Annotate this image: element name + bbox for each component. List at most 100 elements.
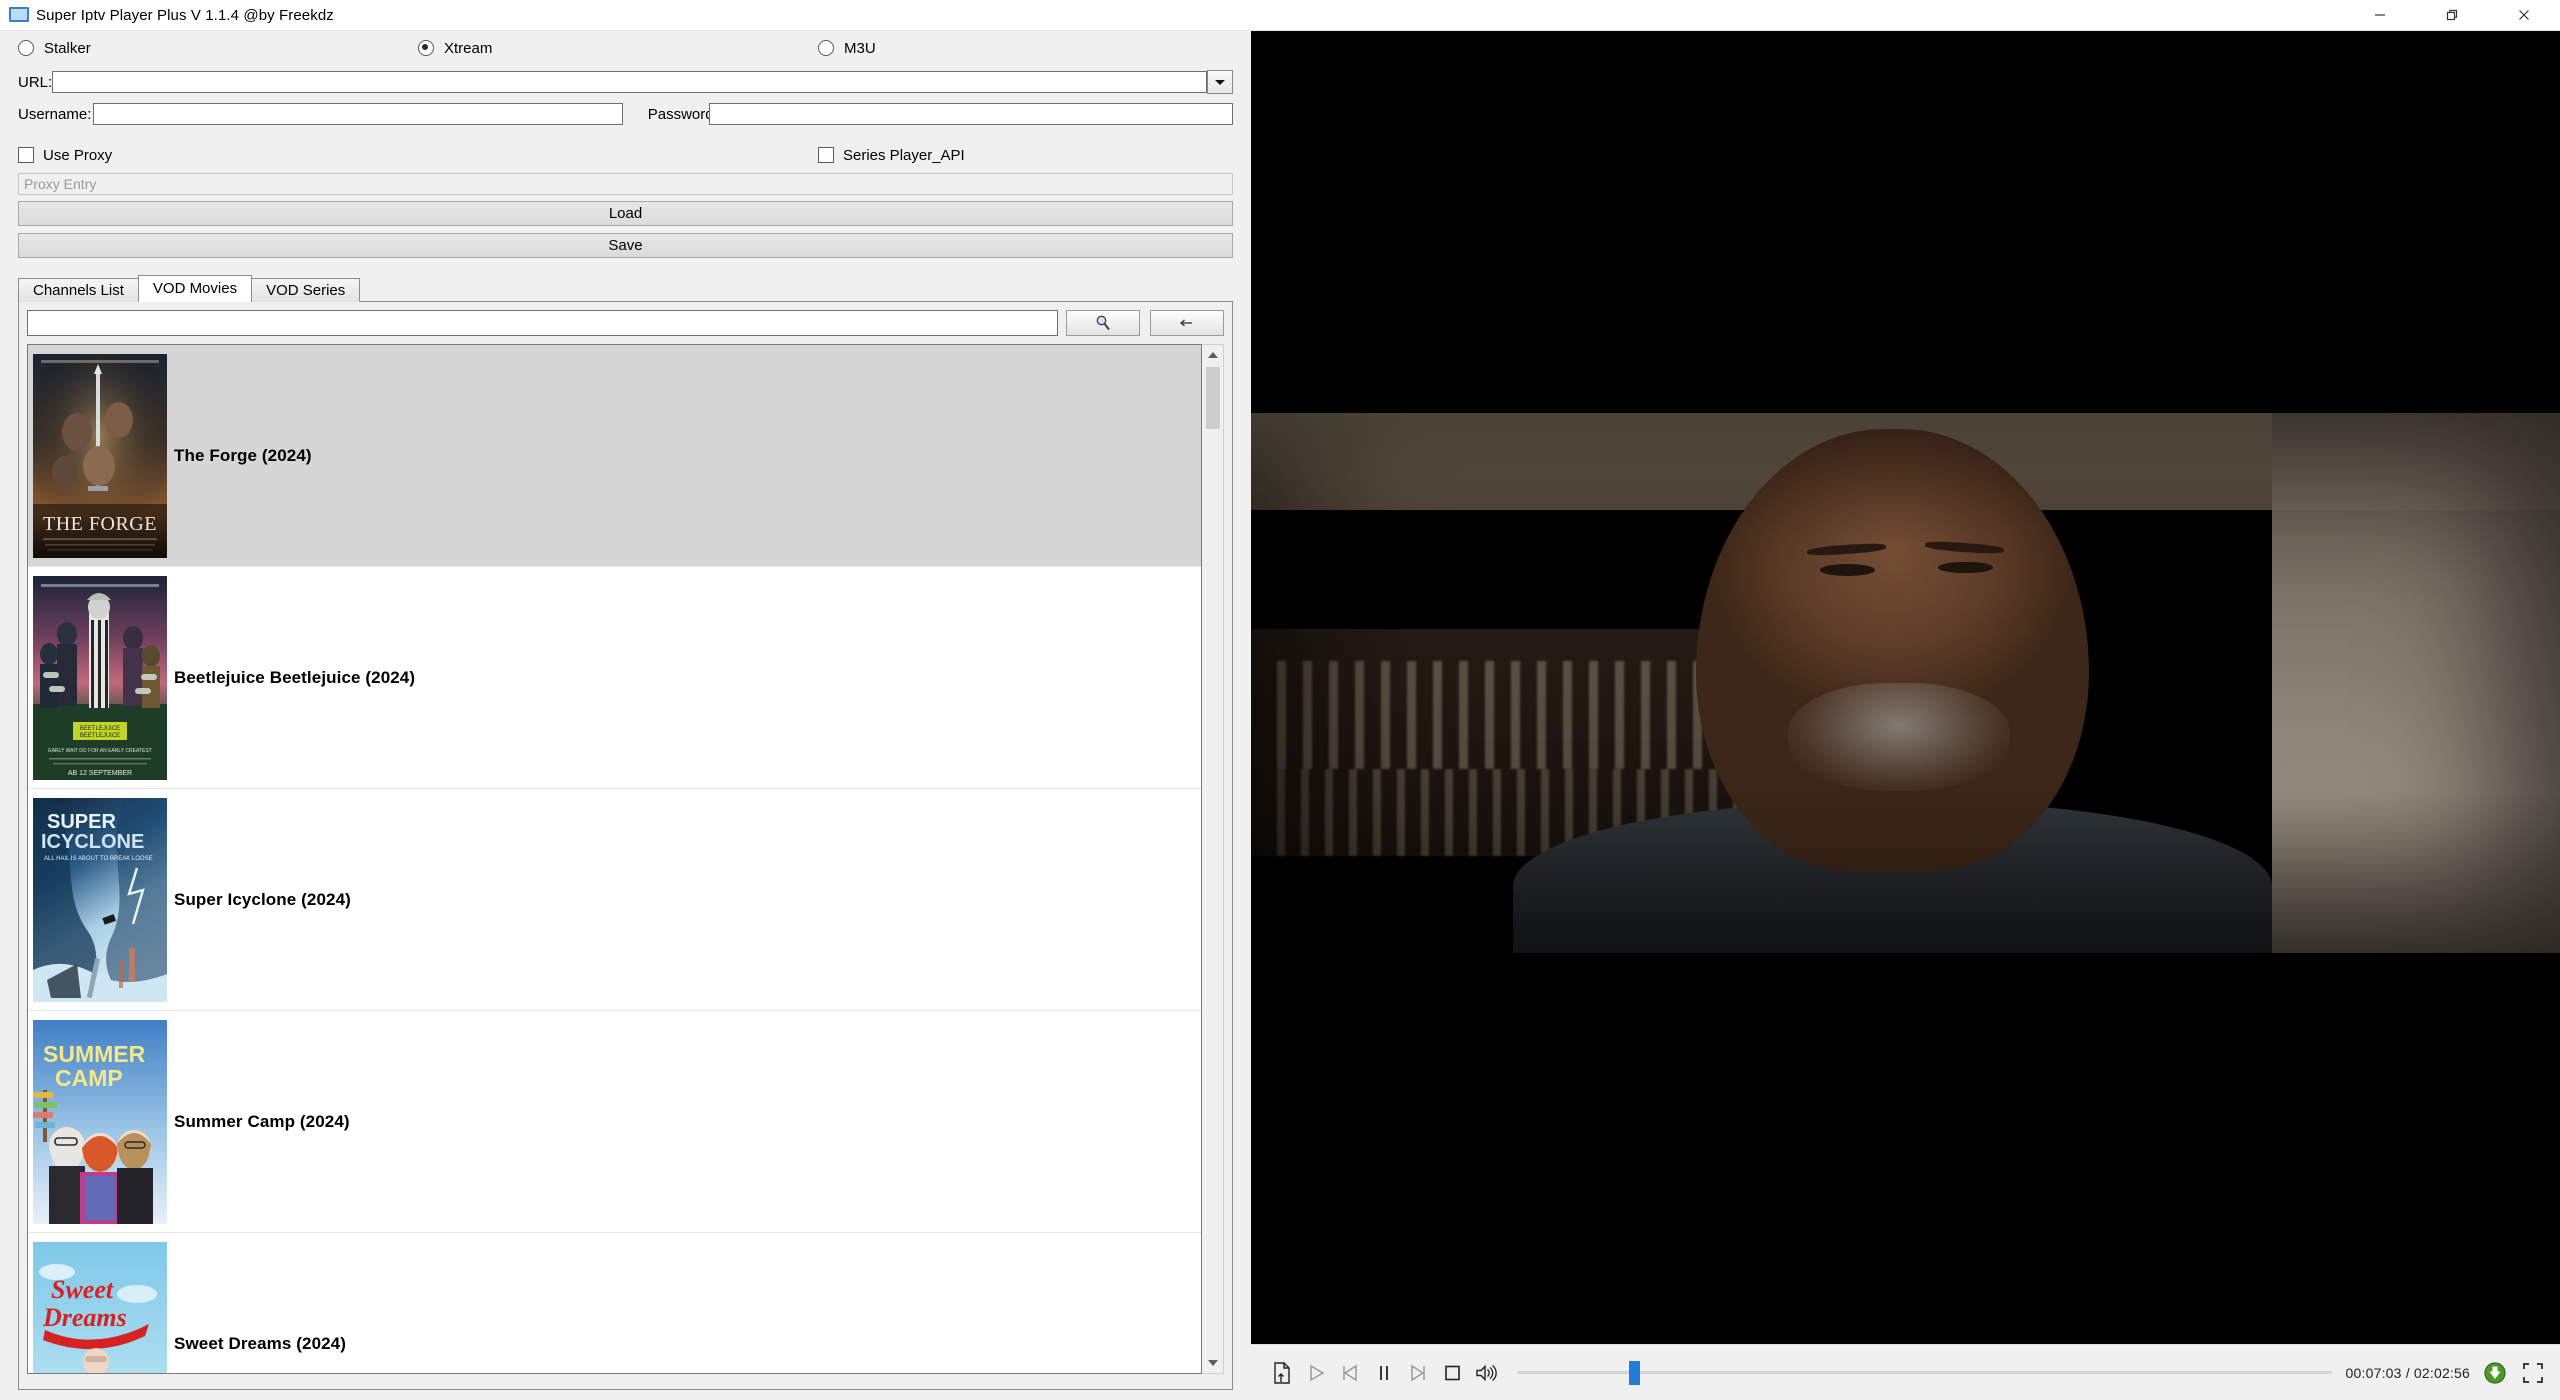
list-item[interactable]: Sweet Dreams Sweet Dreams (2024) <box>28 1233 1201 1373</box>
back-button[interactable] <box>1150 310 1224 336</box>
series-player-api-label: Series Player_API <box>843 146 965 164</box>
pause-icon[interactable] <box>1367 1356 1401 1390</box>
poster-the-forge: THE FORGE <box>33 353 167 558</box>
radio-m3u[interactable]: M3U <box>818 40 876 57</box>
save-button[interactable]: Save <box>18 233 1233 258</box>
url-label: URL: <box>18 73 53 91</box>
player-panel: 00:07:03 / 02:02:56 <box>1251 31 2560 1400</box>
minimize-icon[interactable] <box>2344 0 2416 30</box>
chevron-down-icon <box>1215 79 1225 85</box>
poster-beetlejuice: BEETLEJUICE BEETLEJUICE EARLY WAIT DO FO… <box>33 575 167 780</box>
radio-stalker-indicator <box>18 40 34 56</box>
tab-channels-list[interactable]: Channels List <box>18 278 139 302</box>
radio-xtream-label: Xtream <box>444 39 493 57</box>
movie-list-scrollbar[interactable] <box>1202 344 1224 1374</box>
svg-text:ICYCLONE: ICYCLONE <box>41 831 144 853</box>
next-icon[interactable] <box>1401 1356 1435 1390</box>
previous-icon[interactable] <box>1333 1356 1367 1390</box>
use-proxy-box <box>18 147 34 163</box>
credentials-row: Username: Password: <box>0 97 1251 131</box>
svg-text:Dreams: Dreams <box>42 1303 127 1332</box>
proxy-entry-input[interactable]: Proxy Entry <box>18 173 1233 195</box>
window-title: Super Iptv Player Plus V 1.1.4 @by Freek… <box>36 6 334 24</box>
username-input[interactable] <box>92 103 623 125</box>
close-icon[interactable] <box>2488 0 2560 30</box>
svg-text:BEETLEJUICE: BEETLEJUICE <box>80 733 120 739</box>
movie-list-area: THE FORGE The Forge (2024) BEETLEJUICE B… <box>27 344 1224 1374</box>
svg-text:EARLY WAIT DO FOR AN EARLY CRE: EARLY WAIT DO FOR AN EARLY CREATEST <box>48 748 151 754</box>
restore-icon[interactable] <box>2416 0 2488 30</box>
list-item-title: The Forge (2024) <box>174 445 312 465</box>
stop-icon[interactable] <box>1435 1356 1469 1390</box>
tabs-container: Channels List VOD Movies VOD Series THE … <box>18 274 1233 1390</box>
time-display: 00:07:03 / 02:02:56 <box>2345 1364 2470 1381</box>
radio-m3u-indicator <box>818 40 834 56</box>
chevron-up-icon <box>1207 352 1218 358</box>
list-item[interactable]: SUMMER CAMP Summer Camp (2024) <box>28 1011 1201 1233</box>
seek-slider[interactable] <box>1517 1356 2332 1390</box>
svg-text:SUPER: SUPER <box>47 811 116 833</box>
list-item[interactable]: THE FORGE The Forge (2024) <box>28 345 1201 567</box>
svg-text:THE FORGE: THE FORGE <box>43 513 157 535</box>
svg-text:ALL HAIL IS ABOUT TO BREAK LOO: ALL HAIL IS ABOUT TO BREAK LOOSE <box>44 856 153 862</box>
arrow-left-icon <box>1180 319 1192 327</box>
radio-stalker[interactable]: Stalker <box>18 40 418 57</box>
radio-m3u-label: M3U <box>844 39 876 57</box>
tab-strip: Channels List VOD Movies VOD Series <box>18 274 1233 302</box>
scroll-track[interactable] <box>1202 365 1223 1353</box>
player-control-bar: 00:07:03 / 02:02:56 <box>1251 1344 2560 1400</box>
fullscreen-icon[interactable] <box>2520 1360 2546 1386</box>
list-item-title: Beetlejuice Beetlejuice (2024) <box>174 667 416 687</box>
url-row: URL: <box>0 67 1251 97</box>
title-bar: Super Iptv Player Plus V 1.1.4 @by Freek… <box>0 0 2560 31</box>
load-button[interactable]: Load <box>18 201 1233 226</box>
video-surface[interactable] <box>1251 31 2560 1344</box>
tab-panel-vod-movies: THE FORGE The Forge (2024) BEETLEJUICE B… <box>18 302 1233 1390</box>
left-panel: Stalker Xtream M3U URL: Username: Passwo… <box>0 31 1251 1400</box>
svg-text:CAMP: CAMP <box>55 1065 123 1091</box>
svg-text:Sweet: Sweet <box>51 1275 114 1304</box>
radio-stalker-label: Stalker <box>44 39 91 57</box>
download-icon[interactable] <box>2482 1360 2508 1386</box>
poster-summer-camp: SUMMER CAMP <box>33 1019 167 1224</box>
scroll-up-button[interactable] <box>1202 345 1223 365</box>
seek-handle[interactable] <box>1629 1360 1640 1385</box>
magnifier-icon <box>1096 315 1110 331</box>
series-player-api-checkbox[interactable]: Series Player_API <box>818 147 965 164</box>
series-player-api-box <box>818 147 834 163</box>
volume-icon[interactable] <box>1469 1356 1503 1390</box>
url-input[interactable] <box>52 71 1207 93</box>
search-button[interactable] <box>1066 310 1140 336</box>
svg-text:AB 12 SEPTEMBER: AB 12 SEPTEMBER <box>68 770 132 777</box>
password-input[interactable] <box>708 103 1234 125</box>
video-frame <box>1251 413 2560 953</box>
use-proxy-checkbox[interactable]: Use Proxy <box>18 147 818 164</box>
play-icon[interactable] <box>1299 1356 1333 1390</box>
list-item[interactable]: SUPER ICYCLONE ALL HAIL IS ABOUT TO BREA… <box>28 789 1201 1011</box>
password-label: Password: <box>647 105 718 123</box>
url-dropdown-button[interactable] <box>1207 70 1233 94</box>
username-label: Username: <box>18 105 92 123</box>
list-item[interactable]: BEETLEJUICE BEETLEJUICE EARLY WAIT DO FO… <box>28 567 1201 789</box>
open-file-icon[interactable] <box>1265 1356 1299 1390</box>
poster-sweet-dreams: Sweet Dreams <box>33 1241 167 1373</box>
application-window: Super Iptv Player Plus V 1.1.4 @by Freek… <box>0 0 2560 1400</box>
radio-xtream-indicator <box>418 40 434 56</box>
svg-text:BEETLEJUICE: BEETLEJUICE <box>80 726 120 732</box>
proxy-row: Proxy Entry <box>0 173 1251 195</box>
poster-super-icyclone: SUPER ICYCLONE ALL HAIL IS ABOUT TO BREA… <box>33 797 167 1002</box>
seek-fill <box>1517 1371 1632 1374</box>
tab-vod-movies[interactable]: VOD Movies <box>137 275 253 302</box>
radio-xtream[interactable]: Xtream <box>418 40 818 57</box>
source-mode-group: Stalker Xtream M3U <box>0 31 1251 65</box>
list-item-title: Summer Camp (2024) <box>174 1111 350 1131</box>
search-input[interactable] <box>27 310 1058 336</box>
scroll-thumb[interactable] <box>1205 367 1220 429</box>
use-proxy-label: Use Proxy <box>43 146 113 164</box>
svg-text:SUMMER: SUMMER <box>43 1041 146 1067</box>
list-item-title: Super Icyclone (2024) <box>174 889 351 909</box>
scroll-down-button[interactable] <box>1202 1353 1223 1373</box>
list-item-title: Sweet Dreams (2024) <box>174 1333 346 1353</box>
movie-list[interactable]: THE FORGE The Forge (2024) BEETLEJUICE B… <box>27 344 1202 1374</box>
tab-vod-series[interactable]: VOD Series <box>251 278 361 302</box>
